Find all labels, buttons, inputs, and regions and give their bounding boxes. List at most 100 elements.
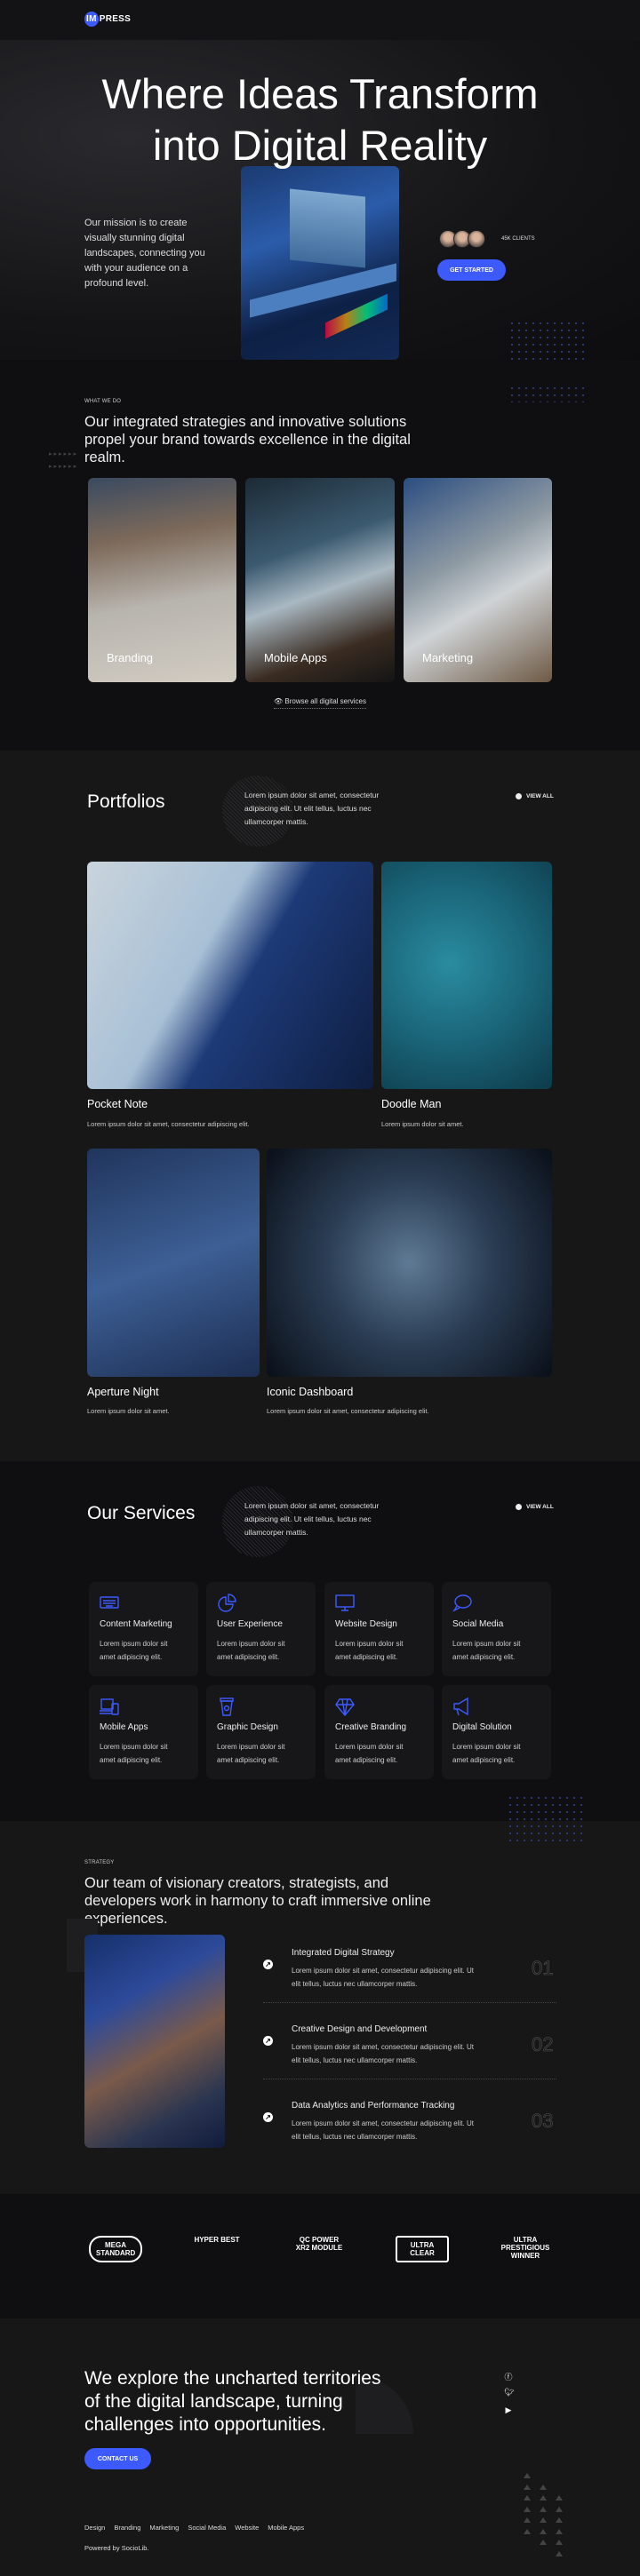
services-title: Our Services bbox=[87, 1503, 196, 1523]
dot-pattern bbox=[507, 1794, 587, 1843]
what-we-do-heading: Our integrated strategies and innovative… bbox=[84, 414, 411, 465]
service-desc: Lorem ipsum dolor sit amet adipiscing el… bbox=[335, 1640, 404, 1661]
strategy-image bbox=[84, 1935, 225, 2148]
strategy-item-number: 03 bbox=[532, 2110, 554, 2133]
contact-us-button[interactable]: CONTACT US bbox=[84, 2448, 151, 2469]
service-title: Website Design bbox=[335, 1619, 397, 1629]
award-logo: HYPER BEST bbox=[194, 2236, 240, 2244]
service-card[interactable]: Content Marketing Lorem ipsum dolor sit … bbox=[89, 1582, 198, 1676]
triangle-mark bbox=[524, 2495, 531, 2500]
triangle-mark bbox=[524, 2484, 531, 2490]
dot-pattern bbox=[508, 320, 588, 360]
services-view-all[interactable]: VIEW ALL bbox=[516, 1504, 554, 1510]
strategy-heading: Our team of visionary creators, strategi… bbox=[84, 1875, 431, 1927]
triangle-mark bbox=[556, 2517, 563, 2523]
strategy-item-number: 01 bbox=[532, 1957, 554, 1980]
triangle-mark bbox=[556, 2528, 563, 2534]
portfolio-view-all[interactable]: VIEW ALL bbox=[516, 793, 554, 799]
service-title: Mobile Apps bbox=[100, 1722, 148, 1732]
triangle-mark bbox=[540, 2540, 547, 2545]
portfolio-image-aperture-night[interactable] bbox=[87, 1149, 260, 1377]
award-logo: ULTRA CLEAR bbox=[396, 2236, 449, 2262]
service-card-marketing[interactable]: Marketing bbox=[404, 478, 552, 682]
arrow-circle-icon[interactable]: ↗ bbox=[263, 1960, 273, 1969]
service-title: User Experience bbox=[217, 1619, 283, 1629]
service-card[interactable]: Website Design Lorem ipsum dolor sit ame… bbox=[324, 1582, 434, 1676]
service-card[interactable]: Social Media Lorem ipsum dolor sit amet … bbox=[442, 1582, 551, 1676]
hero-image bbox=[241, 166, 399, 360]
service-desc: Lorem ipsum dolor sit amet adipiscing el… bbox=[452, 1640, 521, 1661]
eye-icon: 👁 bbox=[274, 697, 285, 705]
portfolio-image-iconic-dashboard[interactable] bbox=[267, 1149, 552, 1377]
award-logo: QC POWER XR2 MODULE bbox=[295, 2236, 343, 2252]
service-card[interactable]: Digital Solution Lorem ipsum dolor sit a… bbox=[442, 1685, 551, 1779]
portfolio-item-title[interactable]: Doodle Man bbox=[381, 1098, 441, 1110]
service-card[interactable]: Mobile Apps Lorem ipsum dolor sit amet a… bbox=[89, 1685, 198, 1779]
get-started-button[interactable]: GET STARTED bbox=[437, 259, 506, 281]
arrow-circle-icon[interactable]: ↗ bbox=[263, 2036, 273, 2046]
portfolio-title: Portfolios bbox=[87, 791, 165, 812]
service-title: Digital Solution bbox=[452, 1722, 512, 1732]
pie-chart-icon bbox=[218, 1594, 236, 1612]
footer-link[interactable]: Design bbox=[84, 2524, 105, 2532]
portfolio-item-title[interactable]: Pocket Note bbox=[87, 1098, 148, 1110]
browse-services-link[interactable]: 👁 Browse all digital services bbox=[274, 697, 366, 709]
service-card-branding[interactable]: Branding bbox=[88, 478, 236, 682]
strategy-item-title: Data Analytics and Performance Tracking bbox=[292, 2101, 455, 2111]
strategy-item-desc: Lorem ipsum dolor sit amet, consectetur … bbox=[292, 1967, 474, 1988]
triangle-mark bbox=[524, 2517, 531, 2523]
avatar bbox=[468, 230, 485, 248]
strategy-item-desc: Lorem ipsum dolor sit amet, consectetur … bbox=[292, 2043, 474, 2064]
portfolio-image-doodle-man[interactable] bbox=[381, 862, 552, 1089]
triangle-mark bbox=[556, 2540, 563, 2545]
footer-link[interactable]: Mobile Apps bbox=[268, 2524, 304, 2532]
triangle-mark bbox=[524, 2473, 531, 2478]
strategy-item-number: 02 bbox=[532, 2033, 554, 2056]
triangle-mark bbox=[556, 2495, 563, 2500]
monitor-icon bbox=[335, 1594, 355, 1611]
strategy-item-title: Integrated Digital Strategy bbox=[292, 1948, 395, 1958]
footer-link[interactable]: Marketing bbox=[149, 2524, 179, 2532]
strategy-eyebrow: STRATEGY bbox=[84, 1860, 115, 1865]
diamond-icon bbox=[335, 1698, 355, 1716]
service-card[interactable]: Graphic Design Lorem ipsum dolor sit ame… bbox=[206, 1685, 316, 1779]
portfolio-item-desc: Lorem ipsum dolor sit amet, consectetur … bbox=[87, 1120, 250, 1128]
service-desc: Lorem ipsum dolor sit amet adipiscing el… bbox=[100, 1743, 168, 1764]
dot-pattern bbox=[508, 385, 588, 402]
hero-section: Where Ideas Transform into Digital Realit… bbox=[0, 40, 640, 360]
arrow-pattern: ▸▸▸▸▸▸ ▸▸▸▸▸▸ bbox=[49, 451, 79, 470]
services-desc: Lorem ipsum dolor sit amet, consectetur … bbox=[244, 1501, 380, 1537]
triangle-mark bbox=[524, 2506, 531, 2512]
speech-bubble-icon bbox=[452, 1594, 472, 1612]
twitter-icon[interactable]: 🐦︎ bbox=[504, 2388, 514, 2397]
megaphone-icon bbox=[453, 1697, 468, 1716]
footer bbox=[0, 2318, 640, 2576]
plus-circle-icon bbox=[516, 793, 522, 799]
facebook-icon[interactable]: ⓕ bbox=[504, 2371, 513, 2382]
service-title: Content Marketing bbox=[100, 1619, 172, 1629]
service-card[interactable]: User Experience Lorem ipsum dolor sit am… bbox=[206, 1582, 316, 1676]
footer-link[interactable]: Website bbox=[235, 2524, 259, 2532]
portfolio-image-pocket-note[interactable] bbox=[87, 862, 373, 1089]
portfolio-item-title[interactable]: Iconic Dashboard bbox=[267, 1386, 353, 1398]
powered-by: Powered by SocioLib. bbox=[84, 2544, 149, 2552]
service-card[interactable]: Creative Branding Lorem ipsum dolor sit … bbox=[324, 1685, 434, 1779]
service-desc: Lorem ipsum dolor sit amet adipiscing el… bbox=[452, 1743, 521, 1764]
youtube-icon[interactable]: ▶ bbox=[504, 2405, 513, 2415]
triangle-mark bbox=[540, 2484, 547, 2490]
triangle-mark bbox=[540, 2506, 547, 2512]
arrow-circle-icon[interactable]: ↗ bbox=[263, 2112, 273, 2122]
devices-icon bbox=[100, 1698, 119, 1715]
footer-link[interactable]: Social Media bbox=[188, 2524, 226, 2532]
footer-heading: We explore the uncharted territories of … bbox=[84, 2368, 381, 2435]
portfolio-item-title[interactable]: Aperture Night bbox=[87, 1386, 159, 1398]
service-card-mobile-apps[interactable]: Mobile Apps bbox=[245, 478, 395, 682]
coffee-cup-icon bbox=[220, 1697, 234, 1716]
portfolio-item-desc: Lorem ipsum dolor sit amet. bbox=[87, 1407, 170, 1415]
footer-link[interactable]: Branding bbox=[114, 2524, 140, 2532]
portfolio-item-desc: Lorem ipsum dolor sit amet, consectetur … bbox=[267, 1407, 429, 1415]
portfolio-item-desc: Lorem ipsum dolor sit amet. bbox=[381, 1120, 464, 1128]
service-desc: Lorem ipsum dolor sit amet adipiscing el… bbox=[217, 1743, 285, 1764]
logo[interactable]: IM PRESS bbox=[84, 12, 131, 27]
service-desc: Lorem ipsum dolor sit amet adipiscing el… bbox=[100, 1640, 168, 1661]
